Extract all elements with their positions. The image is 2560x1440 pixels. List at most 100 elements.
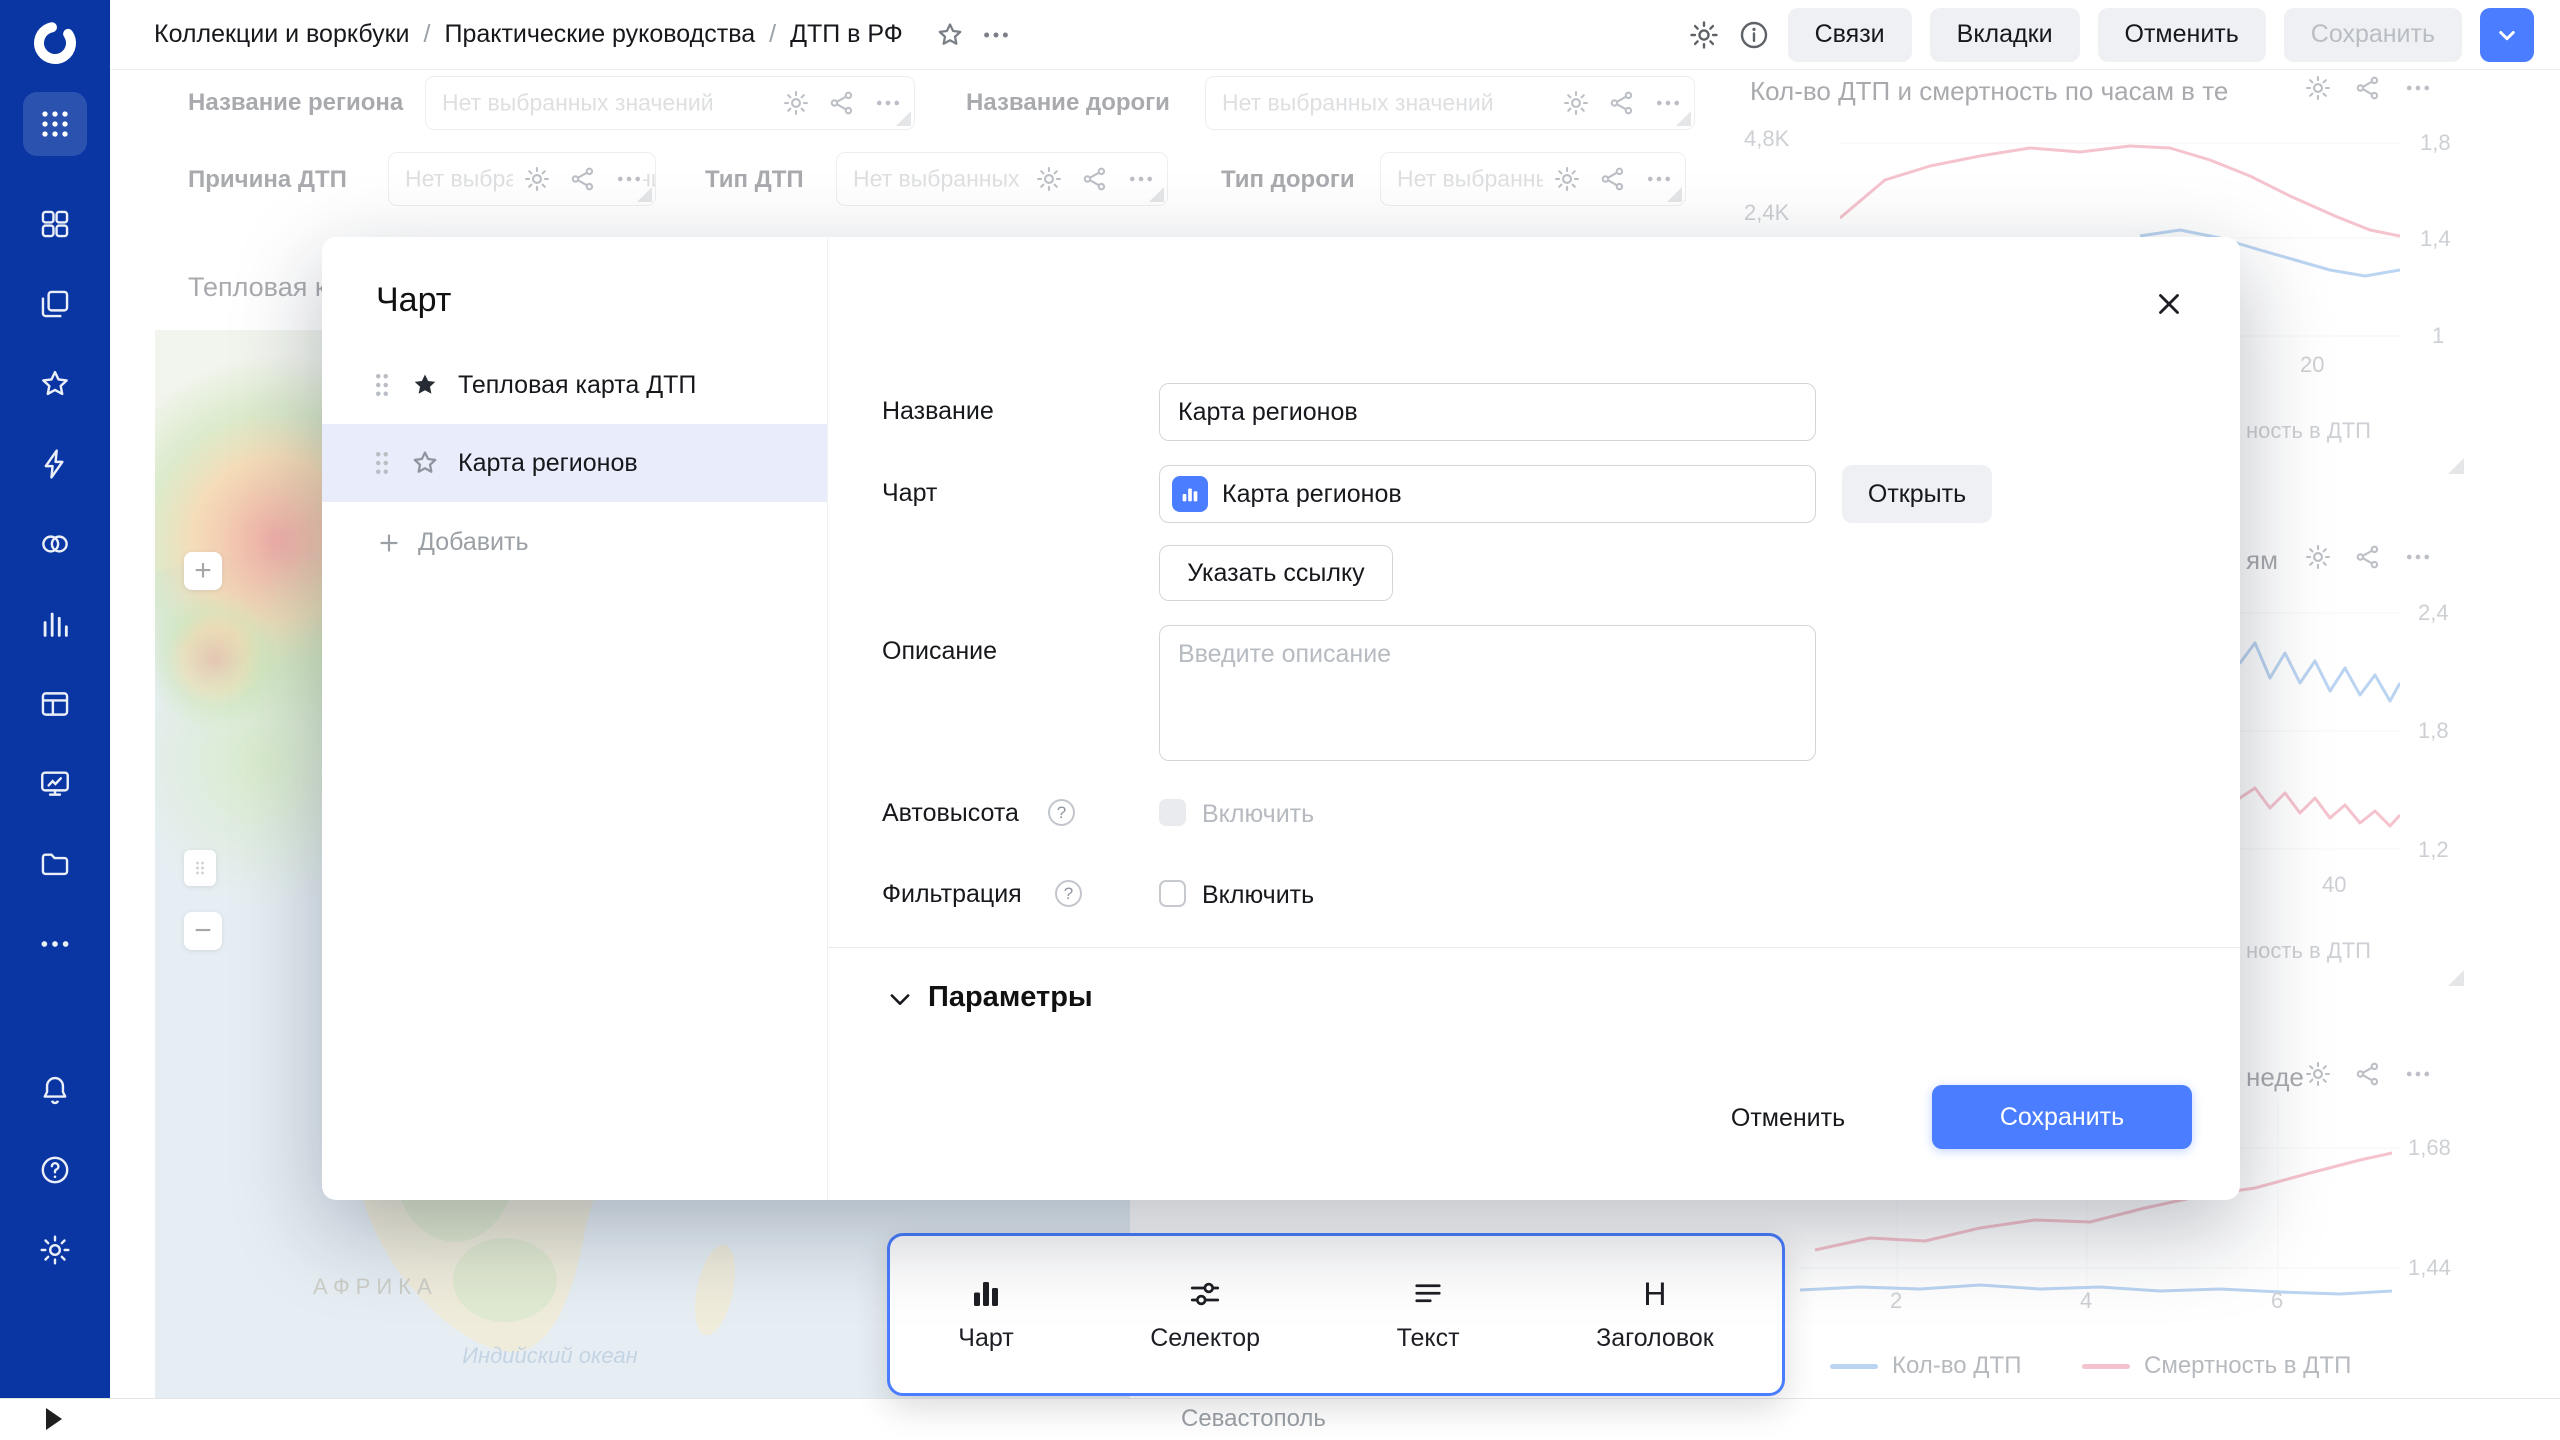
selector-icon bbox=[1187, 1276, 1223, 1312]
breadcrumb-guides[interactable]: Практические руководства bbox=[444, 20, 755, 49]
sidebar-item-presentations[interactable] bbox=[27, 756, 83, 812]
chart-widget-dialog: Чарт Тепловая карта ДТП Карта регионов Д… bbox=[322, 237, 2240, 1200]
dialog-title: Чарт bbox=[376, 281, 827, 320]
info-icon[interactable] bbox=[1738, 19, 1770, 51]
sidebar-item-dashboards[interactable] bbox=[27, 196, 83, 252]
sidebar-item-settings[interactable] bbox=[27, 1222, 83, 1278]
top-header: Коллекции и воркбуки / Практические руко… bbox=[110, 0, 2560, 70]
toolbar-item-label: Заголовок bbox=[1596, 1324, 1714, 1353]
filtering-help-icon[interactable]: ? bbox=[1055, 880, 1082, 907]
sidebar-item-collections[interactable] bbox=[27, 276, 83, 332]
add-widget-toolbar: Чарт Селектор Текст H Заголовок bbox=[887, 1233, 1785, 1396]
map-label-city: Севастополь bbox=[1181, 1405, 1326, 1433]
sidebar-item-shortcuts[interactable] bbox=[27, 436, 83, 492]
filtering-label: Фильтрация bbox=[882, 880, 1022, 909]
close-button[interactable] bbox=[2152, 287, 2186, 321]
dialog-form-panel: Название Чарт Карта регионов Открыть Ука… bbox=[828, 237, 2240, 1200]
star-outline-icon[interactable] bbox=[410, 448, 440, 478]
dialog-tab-label: Тепловая карта ДТП bbox=[458, 371, 696, 400]
sidebar-item-more[interactable] bbox=[27, 916, 83, 972]
description-textarea[interactable] bbox=[1159, 625, 1816, 761]
autoheight-checkbox bbox=[1159, 799, 1186, 826]
sidebar-item-connections[interactable] bbox=[27, 516, 83, 572]
params-section-toggle[interactable]: Параметры bbox=[928, 981, 1093, 1014]
sidebar-item-favorites[interactable] bbox=[27, 356, 83, 412]
chart-icon bbox=[1179, 483, 1201, 505]
chart-icon bbox=[968, 1276, 1004, 1312]
chevron-down-icon[interactable] bbox=[886, 985, 914, 1013]
breadcrumb-current: ДТП в РФ bbox=[790, 20, 903, 49]
toolbar-item-text[interactable]: Текст bbox=[1397, 1276, 1460, 1353]
specify-link-button[interactable]: Указать ссылку bbox=[1159, 545, 1393, 601]
sidebar-item-storage[interactable] bbox=[27, 836, 83, 892]
autoheight-enable-label: Включить bbox=[1202, 800, 1314, 829]
toolbar-item-heading[interactable]: H Заголовок bbox=[1596, 1276, 1714, 1353]
dialog-cancel-button[interactable]: Отменить bbox=[1726, 1089, 1850, 1147]
drag-handle-icon[interactable] bbox=[372, 370, 392, 400]
name-input[interactable] bbox=[1159, 383, 1816, 441]
text-icon bbox=[1410, 1276, 1446, 1312]
autoheight-label: Автовысота bbox=[882, 799, 1019, 828]
breadcrumb-collections[interactable]: Коллекции и воркбуки bbox=[154, 20, 410, 49]
sidebar-item-tables[interactable] bbox=[27, 676, 83, 732]
dialog-tabs-panel: Чарт Тепловая карта ДТП Карта регионов Д… bbox=[322, 237, 828, 1200]
sidebar-nav bbox=[27, 196, 83, 972]
toolbar-item-selector[interactable]: Селектор bbox=[1150, 1276, 1260, 1353]
monitor-chart-icon bbox=[38, 767, 72, 801]
name-field-label: Название bbox=[882, 397, 994, 426]
lightning-icon bbox=[38, 447, 72, 481]
datalens-logo[interactable] bbox=[28, 16, 82, 70]
grid-dots-icon bbox=[39, 108, 71, 140]
save-button: Сохранить bbox=[2284, 8, 2462, 62]
bell-icon bbox=[38, 1073, 72, 1107]
sidebar-item-notifications[interactable] bbox=[27, 1062, 83, 1118]
links-button[interactable]: Связи bbox=[1788, 8, 1912, 62]
breadcrumb-actions bbox=[935, 20, 1011, 50]
star-icon bbox=[38, 367, 72, 401]
toolbar-item-label: Чарт bbox=[958, 1324, 1013, 1353]
layers-icon bbox=[38, 287, 72, 321]
dialog-tab-label: Карта регионов bbox=[458, 449, 638, 478]
expand-sidebar-icon[interactable] bbox=[46, 1408, 62, 1430]
squares-icon bbox=[38, 207, 72, 241]
tabs-button[interactable]: Вкладки bbox=[1930, 8, 2080, 62]
bar-chart-icon bbox=[38, 607, 72, 641]
folder-icon bbox=[38, 847, 72, 881]
toolbar-item-label: Текст bbox=[1397, 1324, 1460, 1353]
save-menu-button[interactable] bbox=[2480, 8, 2534, 62]
apps-grid-button[interactable] bbox=[23, 92, 87, 156]
dialog-tab-regions[interactable]: Карта регионов bbox=[322, 424, 827, 502]
autoheight-help-icon[interactable]: ? bbox=[1048, 799, 1075, 826]
chart-field-label: Чарт bbox=[882, 479, 937, 508]
add-tab-label: Добавить bbox=[418, 528, 529, 557]
toolbar-item-label: Селектор bbox=[1150, 1324, 1260, 1353]
rings-icon bbox=[38, 527, 72, 561]
dialog-tab-heatmap[interactable]: Тепловая карта ДТП bbox=[322, 346, 827, 424]
plus-icon bbox=[376, 530, 402, 556]
filtering-enable-label: Включить bbox=[1202, 881, 1314, 910]
sidebar-item-help[interactable] bbox=[27, 1142, 83, 1198]
toolbar-item-chart[interactable]: Чарт bbox=[958, 1276, 1013, 1353]
star-filled-icon[interactable] bbox=[410, 370, 440, 400]
more-icon bbox=[38, 927, 72, 961]
heading-icon: H bbox=[1643, 1276, 1666, 1312]
sidebar-item-charts[interactable] bbox=[27, 596, 83, 652]
chart-select-value: Карта регионов bbox=[1222, 480, 1402, 509]
app: Название региона Нет выбранных значений … bbox=[0, 0, 2560, 1440]
add-tab-button[interactable]: Добавить bbox=[322, 528, 827, 557]
chart-select-field[interactable]: Карта регионов bbox=[1159, 465, 1816, 523]
drag-handle-icon[interactable] bbox=[372, 448, 392, 478]
sidebar-bottom-nav bbox=[27, 1062, 83, 1278]
cancel-button[interactable]: Отменить bbox=[2098, 8, 2266, 62]
bottom-bar: Севастополь bbox=[0, 1398, 2560, 1440]
filtering-checkbox[interactable] bbox=[1159, 880, 1186, 907]
open-chart-button[interactable]: Открыть bbox=[1842, 465, 1992, 523]
close-icon bbox=[2152, 287, 2186, 321]
chevron-down-icon bbox=[2492, 20, 2522, 50]
settings-icon[interactable] bbox=[1688, 19, 1720, 51]
dialog-save-button[interactable]: Сохранить bbox=[1932, 1085, 2192, 1149]
breadcrumb-separator: / bbox=[424, 20, 431, 49]
gear-icon bbox=[38, 1233, 72, 1267]
more-icon[interactable] bbox=[981, 20, 1011, 50]
favorite-icon[interactable] bbox=[935, 20, 965, 50]
